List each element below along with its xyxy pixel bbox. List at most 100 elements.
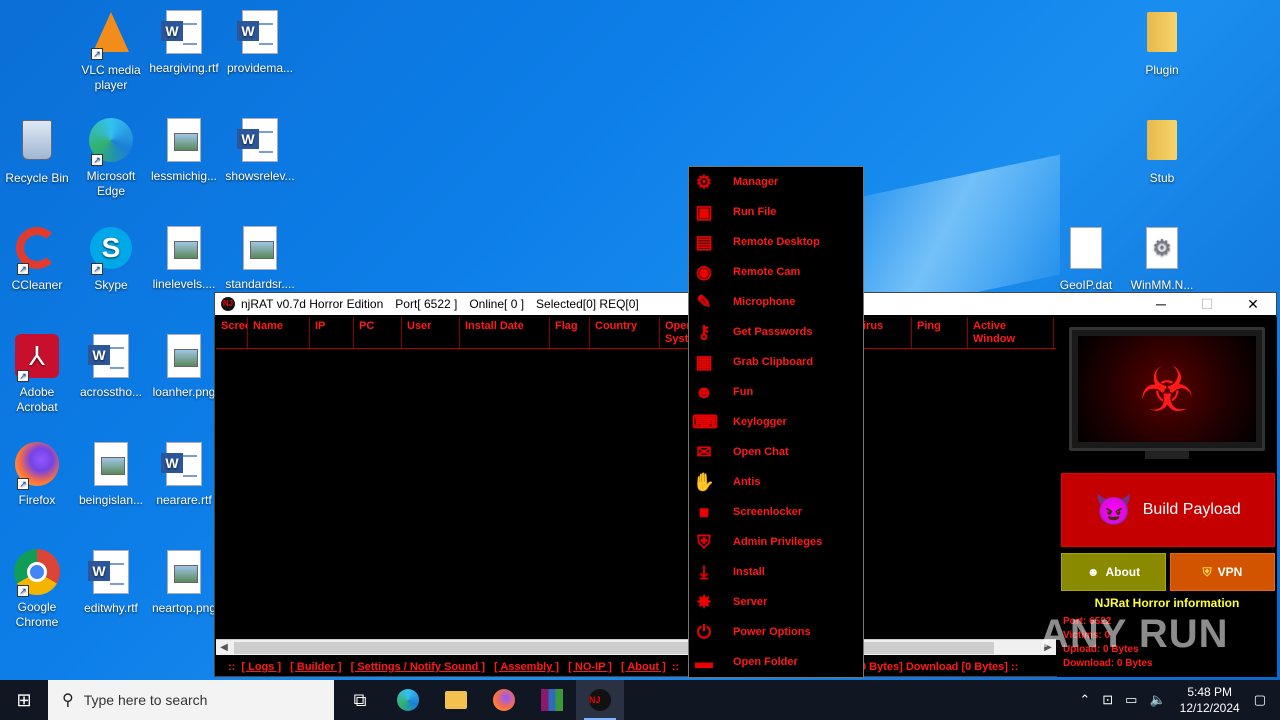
context-menu: ⚙ Manager ▣ Run File ▤ Remote Desktop ◉ Remo… bbox=[688, 166, 864, 678]
notifications-icon[interactable]: ▢ bbox=[1254, 692, 1266, 708]
menu-item-install[interactable]: ⤓ Install bbox=[689, 557, 863, 587]
column-header[interactable]: Scree bbox=[216, 317, 248, 348]
lock-icon: ■ bbox=[698, 502, 710, 522]
desktop-icon-label: lessmichig... bbox=[150, 169, 218, 183]
task-view-button[interactable]: ⧉ bbox=[336, 680, 384, 720]
column-header[interactable]: Ping bbox=[912, 317, 968, 348]
menu-item-open-chat[interactable]: ✉ Open Chat bbox=[689, 437, 863, 467]
taskbar-njrat[interactable]: NJ bbox=[576, 680, 624, 720]
column-header[interactable]: Name bbox=[248, 317, 310, 348]
window-title: njRAT v0.7d Horror Edition bbox=[241, 297, 384, 311]
scrollbar-thumb[interactable] bbox=[234, 642, 994, 654]
taskbar-file-explorer[interactable] bbox=[432, 680, 480, 720]
menu-item-fun[interactable]: ☻ Fun bbox=[689, 377, 863, 407]
menu-item-remote-desktop[interactable]: ▤ Remote Desktop bbox=[689, 227, 863, 257]
desktop-icon-file[interactable]: linelevels.... bbox=[146, 224, 222, 292]
desktop-icon-edge[interactable]: ↗ Microsoft Edge bbox=[73, 116, 149, 199]
network-icon[interactable]: ▭ bbox=[1125, 692, 1137, 708]
network-device-icon[interactable]: ⊡ bbox=[1102, 692, 1113, 708]
taskbar-search[interactable]: ⚲ Type here to search bbox=[48, 680, 334, 720]
menu-item-keylogger[interactable]: ⌨ Keylogger bbox=[689, 407, 863, 437]
desktop-icon-file[interactable]: loanher.png bbox=[146, 332, 222, 400]
column-header[interactable]: User bbox=[402, 317, 460, 348]
logs-link[interactable]: [ Logs ] bbox=[241, 661, 281, 673]
desktop-icon-vlc[interactable]: ↗ VLC media player bbox=[73, 8, 149, 93]
column-header[interactable]: irus bbox=[858, 317, 912, 348]
clock[interactable]: 5:48 PM 12/12/2024 bbox=[1180, 684, 1240, 716]
column-header[interactable]: Install Date bbox=[460, 317, 550, 348]
noip-link[interactable]: [ NO-IP ] bbox=[568, 661, 612, 673]
desktop-icon-file[interactable]: acrosstho... bbox=[73, 332, 149, 400]
desktop-icon-file[interactable]: heargiving.rtf bbox=[146, 8, 222, 76]
menu-item-label: Screenlocker bbox=[733, 506, 803, 518]
menu-item-get-passwords[interactable]: ⚷ Get Passwords bbox=[689, 317, 863, 347]
menu-item-server[interactable]: ✸ Server bbox=[689, 587, 863, 617]
taskbar-winrar[interactable] bbox=[528, 680, 576, 720]
devil-face-icon: ☻ bbox=[694, 382, 714, 402]
chevron-up-icon[interactable]: ⌃ bbox=[1079, 692, 1090, 708]
builder-link[interactable]: [ Builder ] bbox=[290, 661, 341, 673]
taskbar-firefox[interactable] bbox=[480, 680, 528, 720]
desktop-icon-file[interactable]: providema... bbox=[222, 8, 298, 76]
column-header[interactable]: Active Window bbox=[968, 317, 1054, 348]
desktop-icon-file[interactable]: ⚙ WinMM.N... bbox=[1124, 224, 1200, 293]
column-header[interactable]: IP bbox=[310, 317, 354, 348]
menu-item-label: Manager bbox=[733, 176, 779, 188]
desktop-icon-recycle-bin[interactable]: Recycle Bin bbox=[0, 116, 75, 186]
build-payload-button[interactable]: 😈 Build Payload bbox=[1061, 473, 1275, 547]
menu-item-remote-cam[interactable]: ◉ Remote Cam bbox=[689, 257, 863, 287]
menu-item-admin-privileges[interactable]: ⛨ Admin Privileges bbox=[689, 527, 863, 557]
menu-item-label: Open Folder bbox=[733, 656, 798, 668]
column-header[interactable]: PC bbox=[354, 317, 402, 348]
menu-item-manager[interactable]: ⚙ Manager bbox=[689, 167, 863, 197]
online-status: Online[ 0 ] bbox=[469, 297, 525, 311]
menu-item-antis[interactable]: ✋ Antis bbox=[689, 467, 863, 497]
menu-item-screenlocker[interactable]: ■ Screenlocker bbox=[689, 497, 863, 527]
menu-item-microphone[interactable]: ✎ Microphone bbox=[689, 287, 863, 317]
njrat-app-icon: NJ bbox=[589, 689, 611, 711]
desktop-icon-folder[interactable]: Plugin bbox=[1124, 8, 1200, 78]
vpn-label: VPN bbox=[1217, 565, 1243, 579]
about-link[interactable]: [ About ] bbox=[621, 661, 666, 673]
desktop-icon-skype[interactable]: S ↗ Skype bbox=[73, 224, 149, 293]
column-header[interactable]: Flag bbox=[550, 317, 590, 348]
desktop-icon-folder[interactable]: Stub bbox=[1124, 116, 1200, 186]
desktop-icon-acrobat[interactable]: ⅄ ↗ Adobe Acrobat bbox=[0, 332, 75, 415]
clients-grid[interactable]: Scree Name IP PC User Install Date Flag … bbox=[216, 317, 1056, 649]
desktop-icon-file[interactable]: lessmichig... bbox=[146, 116, 222, 184]
image-file-icon bbox=[236, 226, 284, 274]
volume-icon[interactable]: 🔈 bbox=[1149, 692, 1165, 708]
maximize-button[interactable]: ☐ bbox=[1184, 293, 1230, 315]
power-icon: ⏻ bbox=[696, 622, 712, 642]
menu-item-grab-clipboard[interactable]: ▦ Grab Clipboard bbox=[689, 347, 863, 377]
desktop-icon-file[interactable]: editwhy.rtf bbox=[73, 548, 149, 616]
desktop-icon-ccleaner[interactable]: ↗ CCleaner bbox=[0, 224, 75, 293]
minimize-button[interactable]: ─ bbox=[1138, 293, 1184, 315]
taskbar-edge[interactable] bbox=[384, 680, 432, 720]
start-button[interactable]: ⊞ bbox=[0, 680, 48, 720]
horizontal-scrollbar[interactable]: ◀ ▶ bbox=[216, 639, 1056, 655]
desktop-icon-file[interactable]: nearare.rtf bbox=[146, 440, 222, 508]
vpn-button[interactable]: ⛨ VPN bbox=[1170, 553, 1275, 591]
desktop-icon-file[interactable]: showsrelev... bbox=[222, 116, 298, 184]
windows-logo-icon: ⊞ bbox=[16, 689, 32, 710]
word-document-icon bbox=[160, 10, 208, 58]
desktop-icon-file[interactable]: neartop.png bbox=[146, 548, 222, 616]
folder-icon bbox=[1138, 120, 1186, 168]
about-button[interactable]: ☻ About bbox=[1061, 553, 1166, 591]
settings-link[interactable]: [ Settings / Notify Sound ] bbox=[351, 661, 485, 673]
desktop-icon-file[interactable]: beingislan... bbox=[73, 440, 149, 508]
column-header[interactable]: Country bbox=[590, 317, 660, 348]
desktop-icon-file[interactable]: GeoIP.dat bbox=[1048, 224, 1124, 293]
scroll-left-icon[interactable]: ◀ bbox=[216, 640, 232, 656]
desktop-icon-chrome[interactable]: ↗ Google Chrome bbox=[0, 548, 75, 630]
menu-item-power-options[interactable]: ⏻ Power Options bbox=[689, 617, 863, 647]
menu-item-run-file[interactable]: ▣ Run File bbox=[689, 197, 863, 227]
desktop-icon-file[interactable]: standardsr.... bbox=[222, 224, 298, 292]
close-button[interactable]: ✕ bbox=[1230, 293, 1276, 315]
column-header[interactable]: Oper Syste bbox=[660, 317, 690, 348]
menu-item-open-folder[interactable]: ▬ Open Folder bbox=[689, 647, 863, 677]
desktop-icon-firefox[interactable]: ↗ Firefox bbox=[0, 440, 75, 508]
assembly-link[interactable]: [ Assembly ] bbox=[494, 661, 559, 673]
menu-item-label: Microphone bbox=[733, 296, 796, 308]
